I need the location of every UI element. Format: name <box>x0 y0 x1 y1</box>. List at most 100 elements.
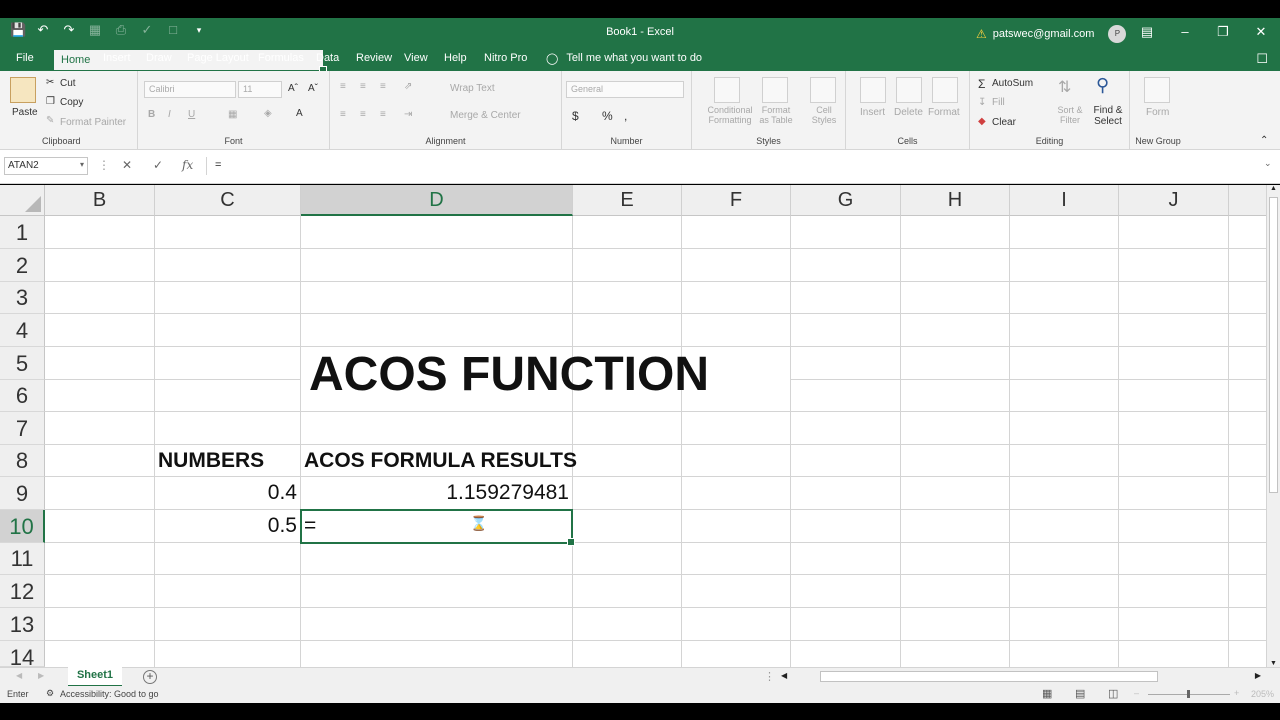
prev-sheet-icon[interactable]: ◀ <box>16 671 22 680</box>
tab-page-layout[interactable]: Page Layout <box>187 52 249 64</box>
bold-icon[interactable]: B <box>148 109 155 120</box>
customize-qat-icon[interactable]: ▾ <box>192 23 206 37</box>
delete-cells-icon[interactable] <box>896 77 922 103</box>
form-button[interactable]: Form <box>1146 107 1169 118</box>
row-header-8[interactable]: 8 <box>0 445 45 477</box>
tab-draw[interactable]: Draw <box>146 52 172 64</box>
format-as-table-button[interactable]: Format as Table <box>756 105 796 125</box>
enter-icon[interactable]: ✓ <box>153 158 163 172</box>
add-sheet-icon[interactable]: + <box>143 670 157 684</box>
horizontal-scroll-thumb[interactable] <box>820 671 1158 682</box>
row-header-1[interactable]: 1 <box>0 216 45 249</box>
align-middle-icon[interactable]: ≡ <box>360 81 366 92</box>
cell-styles-button[interactable]: Cell Styles <box>804 105 844 125</box>
font-size-dropdown[interactable]: 11 <box>238 81 282 98</box>
align-right-icon[interactable]: ≡ <box>380 109 386 120</box>
paste-icon[interactable] <box>10 77 36 103</box>
tab-formulas[interactable]: Formulas <box>258 52 304 64</box>
column-header-e[interactable]: E <box>573 185 682 216</box>
worksheet-grid[interactable]: B C D E F G H I J 1 2 3 4 5 6 7 8 9 10 1… <box>0 185 1266 667</box>
fill-icon[interactable]: ↧ <box>978 97 986 108</box>
indent-icon[interactable]: ⇥ <box>404 109 412 120</box>
font-color-icon[interactable]: A <box>296 108 303 119</box>
format-cells-icon[interactable] <box>932 77 958 103</box>
column-header-c[interactable]: C <box>155 185 301 216</box>
comma-icon[interactable]: , <box>624 109 627 123</box>
conditional-formatting-button[interactable]: Conditional Formatting <box>700 105 760 125</box>
autosum-icon[interactable]: Σ <box>978 77 985 91</box>
column-header-g[interactable]: G <box>791 185 901 216</box>
find-icon[interactable]: ⚲ <box>1096 75 1109 96</box>
orientation-icon[interactable]: ⇗ <box>404 81 412 92</box>
cell-c10[interactable]: 0.5 <box>155 514 297 538</box>
align-top-icon[interactable]: ≡ <box>340 81 346 92</box>
cut-button[interactable]: Cut <box>60 78 76 89</box>
formula-input[interactable]: = <box>206 157 1272 175</box>
tab-help[interactable]: Help <box>444 52 467 64</box>
italic-icon[interactable]: I <box>168 109 171 120</box>
column-header-k[interactable] <box>1229 185 1266 216</box>
accessibility-icon[interactable]: ⚙ <box>46 688 54 699</box>
minimize-icon[interactable]: – <box>1166 18 1204 48</box>
row-header-6[interactable]: 6 <box>0 380 45 412</box>
format-painter-button[interactable]: Format Painter <box>60 117 126 128</box>
account-area[interactable]: ⚠ patswec@gmail.com P <box>976 25 1127 43</box>
account-email[interactable]: patswec@gmail.com <box>993 28 1095 40</box>
merge-center-button[interactable]: Merge & Center <box>450 110 521 121</box>
page-break-view-icon[interactable]: ◫ <box>1108 687 1118 700</box>
tab-review[interactable]: Review <box>356 52 392 64</box>
row-header-14[interactable]: 14 <box>0 641 45 667</box>
cut-icon[interactable]: ✂ <box>46 77 54 88</box>
row-header-4[interactable]: 4 <box>0 314 45 347</box>
currency-icon[interactable]: $ <box>572 109 579 123</box>
align-left-icon[interactable]: ≡ <box>340 109 346 120</box>
column-header-h[interactable]: H <box>901 185 1010 216</box>
print-icon[interactable]: ⎙ <box>114 23 128 37</box>
undo-icon[interactable]: ↶ <box>36 23 50 37</box>
sort-filter-icon[interactable]: ⇅ <box>1058 77 1071 97</box>
align-center-icon[interactable]: ≡ <box>360 109 366 120</box>
number-format-dropdown[interactable]: General <box>566 81 684 98</box>
paste-button[interactable]: Paste <box>12 107 38 118</box>
ribbon-display-icon[interactable]: ▤ <box>1128 18 1166 48</box>
column-header-j[interactable]: J <box>1119 185 1229 216</box>
row-header-5[interactable]: 5 <box>0 347 45 380</box>
row-header-9[interactable]: 9 <box>0 477 45 510</box>
avatar[interactable]: P <box>1108 25 1127 43</box>
row-header-11[interactable]: 11 <box>0 543 45 575</box>
name-box-dropdown-icon[interactable]: ▾ <box>80 160 84 169</box>
tab-view[interactable]: View <box>404 52 428 64</box>
font-family-dropdown[interactable]: Calibri <box>144 81 236 98</box>
find-select-button[interactable]: Find & Select <box>1088 105 1128 127</box>
insert-cells-button[interactable]: Insert <box>860 107 885 118</box>
cell-d8[interactable]: ACOS FORMULA RESULTS <box>304 449 577 473</box>
accessibility-status[interactable]: Accessibility: Good to go <box>60 689 159 699</box>
vertical-scroll-thumb[interactable] <box>1269 197 1278 493</box>
spelling-icon[interactable]: ✓ <box>140 23 154 37</box>
copy-icon[interactable]: ❐ <box>46 96 55 107</box>
cell-c8[interactable]: NUMBERS <box>158 449 264 473</box>
tab-split-handle[interactable]: ⋮ <box>764 670 775 683</box>
print-preview-icon[interactable]: ▦ <box>88 23 102 37</box>
decrease-font-icon[interactable]: Aˇ <box>308 83 318 94</box>
row-header-12[interactable]: 12 <box>0 575 45 608</box>
sheet-tab-sheet1[interactable]: Sheet1 <box>68 667 122 687</box>
wrap-text-button[interactable]: Wrap Text <box>450 83 495 94</box>
copy-button[interactable]: Copy <box>60 97 83 108</box>
autosum-button[interactable]: AutoSum <box>992 78 1033 89</box>
clear-button[interactable]: Clear <box>992 117 1016 128</box>
expand-formula-icon[interactable]: ⌄ <box>1264 158 1272 169</box>
format-cells-button[interactable]: Format <box>928 107 960 118</box>
new-file-icon[interactable]: □ <box>166 23 180 37</box>
underline-icon[interactable]: U <box>188 109 195 120</box>
column-header-f[interactable]: F <box>682 185 791 216</box>
next-sheet-icon[interactable]: ▶ <box>38 671 44 680</box>
zoom-level[interactable]: 205% <box>1251 689 1274 699</box>
increase-font-icon[interactable]: Aˆ <box>288 83 298 94</box>
active-cell-d10[interactable] <box>300 509 575 546</box>
sort-filter-button[interactable]: Sort & Filter <box>1052 105 1088 125</box>
scroll-left-icon[interactable]: ◀ <box>781 671 787 680</box>
tab-data[interactable]: Data <box>316 52 339 64</box>
scroll-down-icon[interactable]: ▼ <box>1270 660 1277 667</box>
redo-icon[interactable]: ↷ <box>62 23 76 37</box>
